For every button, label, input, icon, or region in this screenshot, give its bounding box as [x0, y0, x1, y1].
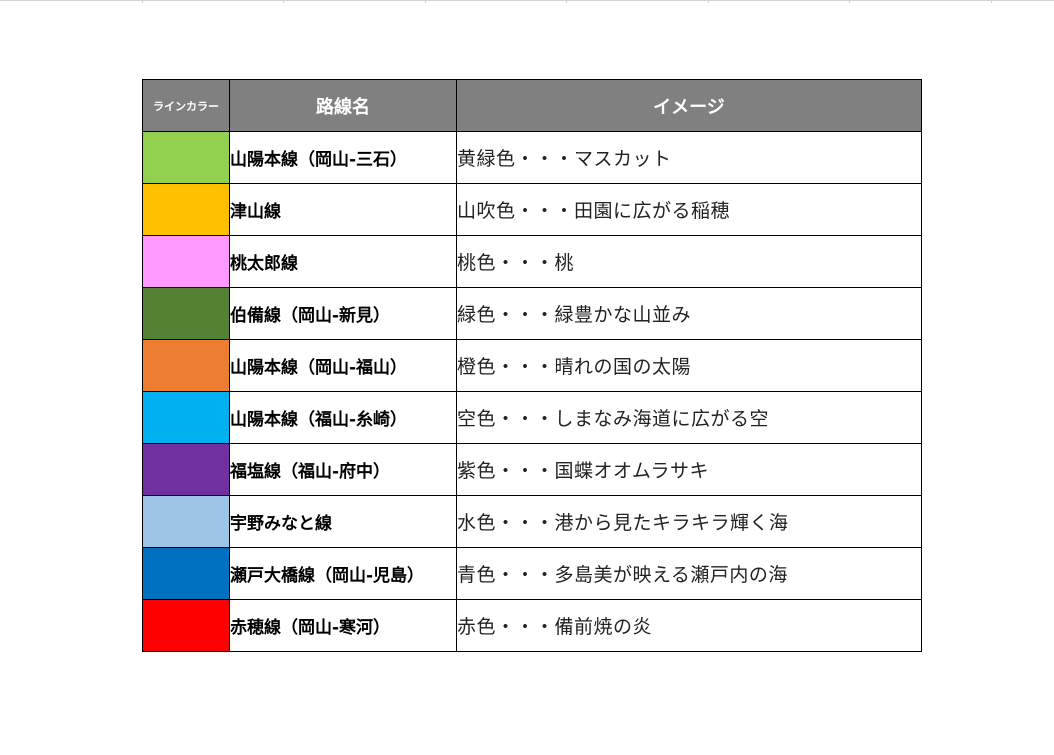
- image-description-cell: 空色・・・しまなみ海道に広がる空: [456, 391, 922, 444]
- image-description-cell: 橙色・・・晴れの国の太陽: [456, 339, 922, 392]
- line-name-cell: 山陽本線（岡山-三石）: [229, 131, 457, 184]
- line-name-cell: 宇野みなと線: [229, 495, 457, 548]
- line-color-swatch: [142, 287, 230, 340]
- line-color-swatch: [142, 547, 230, 600]
- table-row: 山陽本線（岡山-福山） 橙色・・・晴れの国の太陽: [142, 339, 922, 392]
- gridline-tick: [849, 0, 850, 3]
- line-color-swatch: [142, 495, 230, 548]
- gridline-tick: [425, 0, 426, 3]
- table-row: 福塩線（福山-府中） 紫色・・・国蝶オオムラサキ: [142, 443, 922, 496]
- top-gridline: [0, 0, 1054, 1]
- table-row: 瀬戸大橋線（岡山-児島） 青色・・・多島美が映える瀬戸内の海: [142, 547, 922, 600]
- header-image: イメージ: [456, 79, 922, 132]
- table-body: 山陽本線（岡山-三石） 黄緑色・・・マスカット 津山線 山吹色・・・田園に広がる稲穂桃…: [142, 131, 922, 652]
- table-row: 津山線 山吹色・・・田園に広がる稲穂: [142, 183, 922, 236]
- line-name-cell: 福塩線（福山-府中）: [229, 443, 457, 496]
- image-description-cell: 緑色・・・緑豊かな山並み: [456, 287, 922, 340]
- line-color-swatch: [142, 599, 230, 652]
- header-line-color: ラインカラー: [142, 79, 230, 132]
- line-color-swatch: [142, 183, 230, 236]
- table-row: 桃太郎線 桃色・・・桃: [142, 235, 922, 288]
- gridline-tick: [566, 0, 567, 3]
- line-name-cell: 津山線: [229, 183, 457, 236]
- line-color-swatch: [142, 391, 230, 444]
- image-description-cell: 黄緑色・・・マスカット: [456, 131, 922, 184]
- image-description-cell: 紫色・・・国蝶オオムラサキ: [456, 443, 922, 496]
- gridline-tick: [991, 0, 992, 3]
- line-name-cell: 瀬戸大橋線（岡山-児島）: [229, 547, 457, 600]
- line-color-swatch: [142, 339, 230, 392]
- line-name-cell: 山陽本線（福山-糸崎）: [229, 391, 457, 444]
- line-color-swatch: [142, 443, 230, 496]
- line-color-table: ラインカラー 路線名 イメージ 山陽本線（岡山-三石） 黄緑色・・・マスカット 津山…: [142, 79, 922, 652]
- table-row: 山陽本線（岡山-三石） 黄緑色・・・マスカット: [142, 131, 922, 184]
- gridline-tick: [142, 0, 143, 3]
- table-row: 伯備線（岡山-新見） 緑色・・・緑豊かな山並み: [142, 287, 922, 340]
- table-row: 山陽本線（福山-糸崎） 空色・・・しまなみ海道に広がる空: [142, 391, 922, 444]
- image-description-cell: 赤色・・・備前焼の炎: [456, 599, 922, 652]
- header-line-name: 路線名: [229, 79, 457, 132]
- line-color-swatch: [142, 235, 230, 288]
- table-row: 赤穂線（岡山-寒河） 赤色・・・備前焼の炎: [142, 599, 922, 652]
- image-description-cell: 山吹色・・・田園に広がる稲穂: [456, 183, 922, 236]
- gridline-tick: [708, 0, 709, 3]
- table-row: 宇野みなと線 水色・・・港から見たキラキラ輝く海: [142, 495, 922, 548]
- image-description-cell: 青色・・・多島美が映える瀬戸内の海: [456, 547, 922, 600]
- image-description-cell: 桃色・・・桃: [456, 235, 922, 288]
- header-row: ラインカラー 路線名 イメージ: [142, 79, 922, 132]
- gridline-tick: [283, 0, 284, 3]
- line-name-cell: 山陽本線（岡山-福山）: [229, 339, 457, 392]
- line-name-cell: 桃太郎線: [229, 235, 457, 288]
- image-description-cell: 水色・・・港から見たキラキラ輝く海: [456, 495, 922, 548]
- line-name-cell: 伯備線（岡山-新見）: [229, 287, 457, 340]
- spreadsheet-page: ラインカラー 路線名 イメージ 山陽本線（岡山-三石） 黄緑色・・・マスカット 津山…: [0, 0, 1054, 755]
- line-color-swatch: [142, 131, 230, 184]
- line-name-cell: 赤穂線（岡山-寒河）: [229, 599, 457, 652]
